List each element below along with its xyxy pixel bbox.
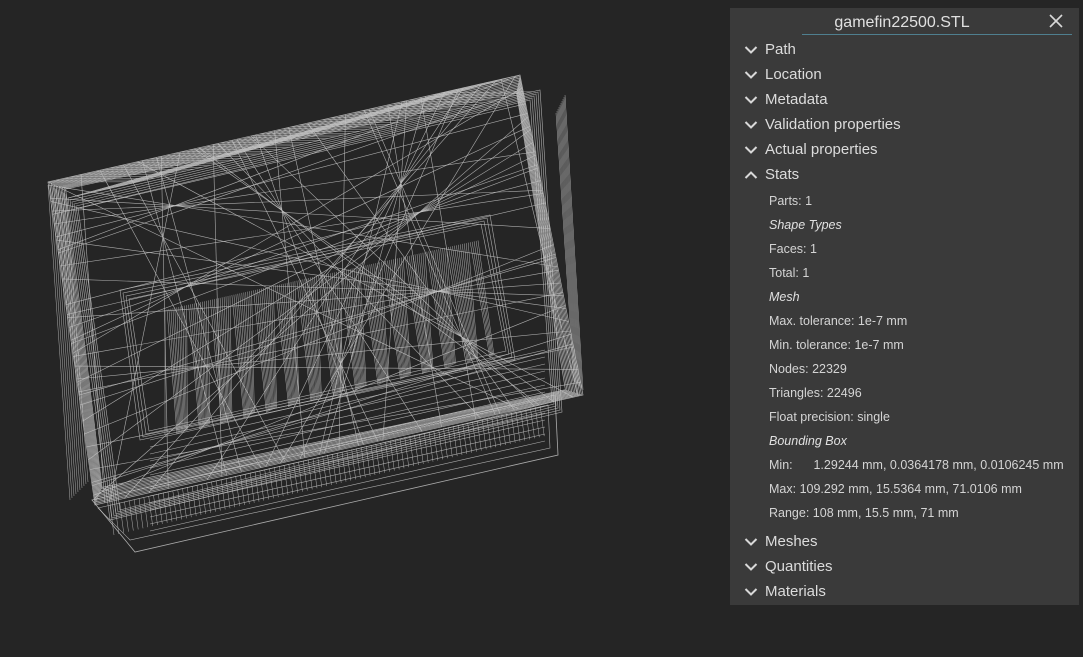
chevron-up-icon <box>744 170 758 180</box>
close-icon <box>1049 14 1065 28</box>
section-label: Validation properties <box>765 116 901 133</box>
section-label: Materials <box>765 583 826 600</box>
section-label: Metadata <box>765 91 828 108</box>
group-mesh: Mesh <box>769 290 800 304</box>
bbox-range-value: 108 mm, 15.5 mm, 71 mm <box>812 506 959 520</box>
stat-faces: Faces: 1 <box>769 242 817 256</box>
bbox-min-value: 1.29244 mm, 0.0364178 mm, 0.0106245 mm <box>813 458 1064 472</box>
stat-bbox-min: Min: 1.29244 mm, 0.0364178 mm, 0.0106245… <box>769 453 1079 477</box>
section-label: Stats <box>765 166 800 183</box>
section-label: Quantities <box>765 558 833 575</box>
stat-nodes: Nodes: 22329 <box>769 362 847 376</box>
stat-min-tolerance: Min. tolerance: 1e-7 mm <box>769 338 904 352</box>
title-underline <box>802 34 1072 35</box>
stat-bbox-max: Max: 109.292 mm, 15.5364 mm, 71.0106 mm <box>769 477 1079 501</box>
chevron-down-icon <box>744 587 758 597</box>
bbox-min-label: Min: <box>769 458 793 472</box>
stat-float-precision: Float precision: single <box>769 410 890 424</box>
section-label: Path <box>765 41 796 58</box>
stat-total: Total: 1 <box>769 266 810 280</box>
chevron-down-icon <box>744 95 758 105</box>
stat-parts: Parts: 1 <box>769 194 813 208</box>
group-shape-types: Shape Types <box>769 218 842 232</box>
chevron-down-icon <box>744 145 758 155</box>
section-label: Meshes <box>765 533 818 550</box>
bbox-max-label: Max: <box>769 482 797 496</box>
panel-title: gamefin22500.STL <box>834 14 970 31</box>
stat-max-tolerance: Max. tolerance: 1e-7 mm <box>769 314 908 328</box>
stat-triangles: Triangles: 22496 <box>769 386 862 400</box>
properties-panel: gamefin22500.STL Path Location Metadata … <box>730 8 1079 605</box>
bbox-max-value: 109.292 mm, 15.5364 mm, 71.0106 mm <box>799 482 1022 496</box>
section-meshes[interactable]: Meshes <box>730 529 1079 554</box>
chevron-down-icon <box>744 562 758 572</box>
section-actual-properties[interactable]: Actual properties <box>730 137 1079 162</box>
stats-content: Parts: 1 Shape Types Faces: 1 Total: 1 M… <box>730 187 1079 525</box>
wireframe-model <box>47 74 584 553</box>
3d-viewport[interactable] <box>0 0 730 657</box>
close-button[interactable] <box>1049 14 1065 30</box>
section-stats[interactable]: Stats <box>730 162 1079 187</box>
section-metadata[interactable]: Metadata <box>730 87 1079 112</box>
chevron-down-icon <box>744 45 758 55</box>
stat-bbox-range: Range: 108 mm, 15.5 mm, 71 mm <box>769 501 1079 525</box>
section-path[interactable]: Path <box>730 37 1079 62</box>
chevron-down-icon <box>744 70 758 80</box>
section-location[interactable]: Location <box>730 62 1079 87</box>
panel-header: gamefin22500.STL <box>730 8 1079 37</box>
group-bounding-box: Bounding Box <box>769 434 847 448</box>
chevron-down-icon <box>744 120 758 130</box>
chevron-down-icon <box>744 537 758 547</box>
section-materials[interactable]: Materials <box>730 579 1079 604</box>
section-quantities[interactable]: Quantities <box>730 554 1079 579</box>
section-label: Location <box>765 66 822 83</box>
bbox-range-label: Range: <box>769 506 810 520</box>
section-label: Actual properties <box>765 141 878 158</box>
section-validation-properties[interactable]: Validation properties <box>730 112 1079 137</box>
